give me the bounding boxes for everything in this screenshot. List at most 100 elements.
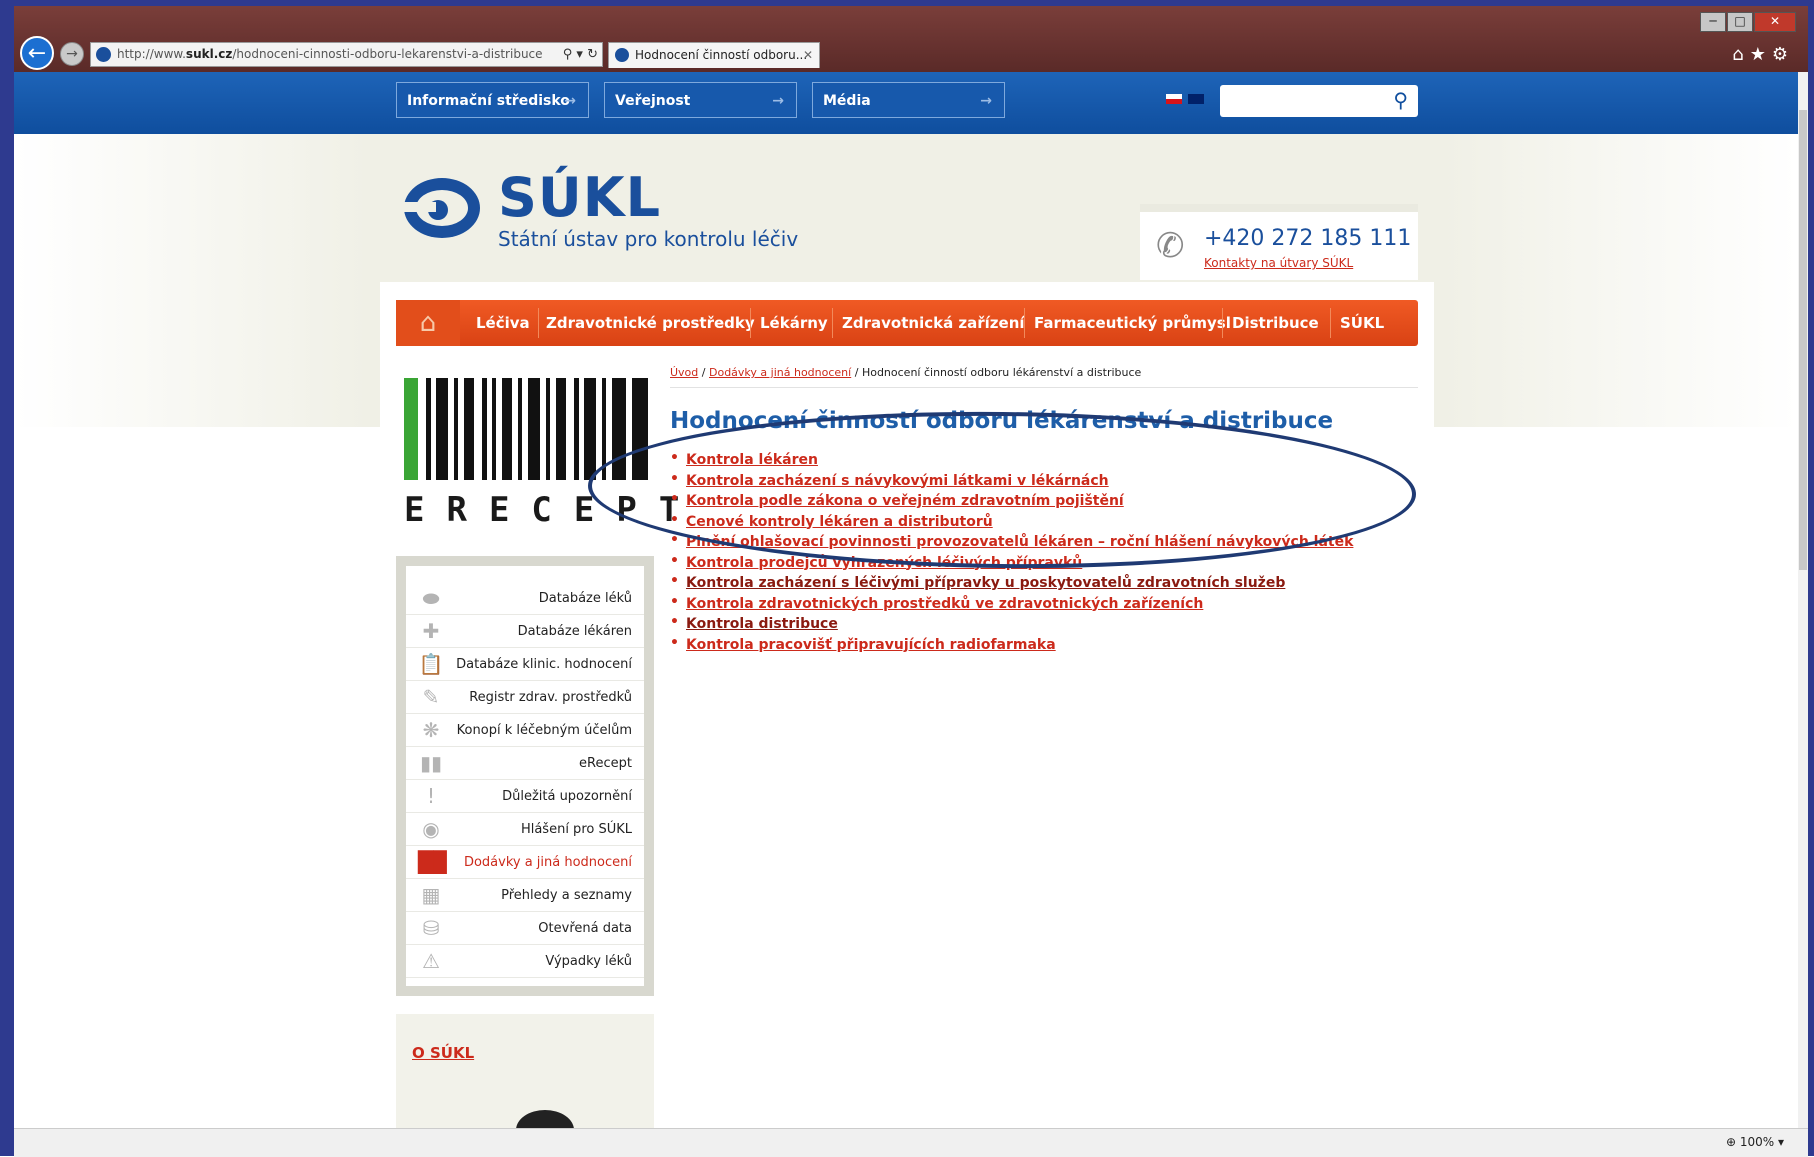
nav-separator xyxy=(750,308,751,338)
nav-item-farmaceuticky-prumysl[interactable]: Farmaceutický průmysl xyxy=(1034,300,1231,346)
tool-icon: ✎ xyxy=(422,685,440,709)
back-button[interactable]: ← xyxy=(20,36,54,70)
vertical-scrollbar[interactable] xyxy=(1798,72,1808,1128)
erecept-label[interactable]: ERECEPT xyxy=(404,490,701,530)
sidebar-item-label: Registr zdrav. prostředků xyxy=(469,690,632,705)
contacts-link[interactable]: Kontakty na útvary SÚKL xyxy=(1204,256,1353,270)
window-frame-right xyxy=(1808,0,1814,1156)
browser-toolbar: ← → http://www.sukl.cz/hodnoceni-cinnost… xyxy=(14,6,1808,72)
browser-tab[interactable]: Hodnocení činností odboru... ✕ xyxy=(608,42,820,68)
link-cenove-kontroly[interactable]: Cenové kontroly lékáren a distributorů xyxy=(686,514,993,530)
address-bar[interactable]: http://www.sukl.cz/hodnoceni-cinnosti-od… xyxy=(90,42,603,67)
czech-flag-icon[interactable] xyxy=(1166,94,1182,104)
clipboard-icon: 📋 xyxy=(418,652,444,676)
breadcrumb-parent[interactable]: Dodávky a jiná hodnocení xyxy=(709,366,851,379)
tab-favicon-icon xyxy=(615,48,629,62)
link-zdravotnicke-prostredky[interactable]: Kontrola zdravotnických prostředků ve zd… xyxy=(686,596,1203,612)
topnav-media[interactable]: Média → xyxy=(812,82,1005,118)
sidebar-item-otevrena-data[interactable]: ⛁ Otevřená data xyxy=(406,912,644,945)
topnav-public[interactable]: Veřejnost → xyxy=(604,82,797,118)
sidebar-item-hlaseni[interactable]: ◉ Hlášení pro SÚKL xyxy=(406,813,644,846)
sukl-logo-icon[interactable] xyxy=(402,172,482,244)
zoom-level[interactable]: ⊕ 100% ▾ xyxy=(1726,1135,1784,1149)
refresh-icon[interactable]: ↻ xyxy=(587,47,598,62)
list-item: • Kontrola prodejců vyhrazených léčivých … xyxy=(670,552,1353,576)
nav-item-zdravotnicka-zarizeni[interactable]: Zdravotnická zařízení xyxy=(842,300,1025,346)
grid-icon: ▦ xyxy=(421,883,441,907)
browser-icons: ⌂★⚙ xyxy=(1732,44,1794,65)
main-navigation: ⌂ Léčiva Zdravotnické prostředky Lékárny… xyxy=(396,300,1418,346)
url-domain: sukl.cz xyxy=(185,47,233,61)
nav-item-zdravotnicke-prostredky[interactable]: Zdravotnické prostředky xyxy=(546,300,755,346)
url-path: /hodnoceni-cinnosti-odboru-lekarenstvi-a… xyxy=(232,47,543,61)
nav-item-lekarny[interactable]: Lékárny xyxy=(760,300,828,346)
bullet-icon: • xyxy=(670,552,679,569)
site-favicon-icon xyxy=(96,47,111,62)
search-input[interactable]: ⚲ xyxy=(1220,85,1418,117)
nav-item-distribuce[interactable]: Distribuce xyxy=(1232,300,1319,346)
link-zdravotni-pojisteni[interactable]: Kontrola podle zákona o veřejném zdravot… xyxy=(686,493,1124,509)
topnav-info-center[interactable]: Informační středisko → xyxy=(396,82,589,118)
window-frame-left xyxy=(0,0,14,1156)
link-ohlasovaci-povinnost[interactable]: Plnění ohlašovací povinnosti provozovate… xyxy=(686,534,1353,550)
sidebar-item-databaze-lekaren[interactable]: ✚ Databáze lékáren xyxy=(406,615,644,648)
page-title: Hodnocení činností odboru lékárenství a … xyxy=(670,408,1334,434)
barcode-icon: ▮▮ xyxy=(419,751,442,775)
link-navykove-latky[interactable]: Kontrola zacházení s návykovými látkami … xyxy=(686,473,1109,489)
bullet-icon: • xyxy=(670,573,679,589)
nav-separator xyxy=(1024,308,1025,338)
search-icon[interactable]: ⚲ xyxy=(1393,88,1408,112)
sidebar-item-databaze-leku[interactable]: ⬬ Databáze léků xyxy=(406,582,644,615)
about-sukl-link[interactable]: O SÚKL xyxy=(412,1044,474,1062)
gear-icon[interactable]: ⚙ xyxy=(1772,44,1794,65)
minimize-button[interactable]: ─ xyxy=(1700,12,1726,32)
nav-item-sukl[interactable]: SÚKL xyxy=(1340,300,1384,346)
sidebar-item-erecept[interactable]: ▮▮ eRecept xyxy=(406,747,644,780)
logo-name[interactable]: SÚKL xyxy=(498,166,661,229)
nav-item-leciva[interactable]: Léčiva xyxy=(476,300,530,346)
forward-button[interactable]: → xyxy=(60,42,84,66)
sidebar-item-registr-prostredku[interactable]: ✎ Registr zdrav. prostředků xyxy=(406,681,644,714)
maximize-button[interactable]: □ xyxy=(1727,12,1753,32)
sidebar-item-label: Konopí k léčebným účelům xyxy=(456,723,632,738)
link-poskytovatele-sluzeb[interactable]: Kontrola zacházení s léčivými přípravky … xyxy=(686,575,1285,591)
bullet-icon: • xyxy=(670,511,679,528)
nav-separator xyxy=(1330,308,1331,338)
phone-number: +420 272 185 111 xyxy=(1204,226,1412,251)
close-window-button[interactable]: ✕ xyxy=(1754,12,1796,32)
dropdown-icon[interactable]: ▾ xyxy=(576,47,583,62)
breadcrumb-current: Hodnocení činností odboru lékárenství a … xyxy=(861,366,1142,379)
sidebar-item-klinicka-hodnoceni[interactable]: 📋 Databáze klinic. hodnocení xyxy=(406,648,644,681)
home-icon[interactable]: ⌂ xyxy=(396,300,460,346)
erecept-barcode-icon[interactable] xyxy=(404,378,648,480)
sidebar-item-prehledy[interactable]: ▦ Přehledy a seznamy xyxy=(406,879,644,912)
sidebar-item-label: Databáze lékáren xyxy=(517,624,632,639)
sidebar-item-label: Otevřená data xyxy=(538,921,632,936)
sidebar-item-label: Dodávky a jiná hodnocení xyxy=(463,855,632,870)
home-icon[interactable]: ⌂ xyxy=(1732,44,1749,65)
sidebar-item-dulezita-upozorneni[interactable]: ! Důležitá upozornění xyxy=(406,780,644,813)
sidebar-item-label: Přehledy a seznamy xyxy=(501,888,632,903)
topnav-label: Média xyxy=(823,93,871,109)
sidebar-item-dodavky[interactable]: █▉ Dodávky a jiná hodnocení xyxy=(406,846,644,879)
scrollbar-thumb[interactable] xyxy=(1799,110,1807,570)
list-item: • Kontrola zdravotnických prostředků ve z… xyxy=(670,594,1353,617)
link-radiofarmaka[interactable]: Kontrola pracovišť připravujících radiof… xyxy=(686,637,1056,653)
link-prodejci-vyhrazenych[interactable]: Kontrola prodejců vyhrazených léčivých p… xyxy=(686,555,1082,571)
bullet-icon: • xyxy=(670,491,679,507)
link-kontrola-distribuce[interactable]: Kontrola distribuce xyxy=(686,616,838,632)
favorites-star-icon[interactable]: ★ xyxy=(1750,44,1772,65)
bullet-icon: • xyxy=(670,470,679,487)
search-icon[interactable]: ⚲ xyxy=(563,47,573,62)
nav-separator xyxy=(1222,308,1223,338)
cross-icon: ✚ xyxy=(422,619,440,643)
uk-flag-icon[interactable] xyxy=(1187,94,1204,104)
sidebar-item-label: eRecept xyxy=(579,756,632,771)
sidebar-item-vypadky[interactable]: ⚠ Výpadky léků xyxy=(406,945,644,978)
close-tab-icon[interactable]: ✕ xyxy=(803,43,813,68)
sidebar-item-konopi[interactable]: ❋ Konopí k léčebným účelům xyxy=(406,714,644,747)
bullet-icon: • xyxy=(670,532,679,548)
topnav-label: Veřejnost xyxy=(615,93,691,109)
link-kontrola-lekaren[interactable]: Kontrola lékáren xyxy=(686,452,818,468)
breadcrumb-home[interactable]: Úvod xyxy=(670,366,698,379)
